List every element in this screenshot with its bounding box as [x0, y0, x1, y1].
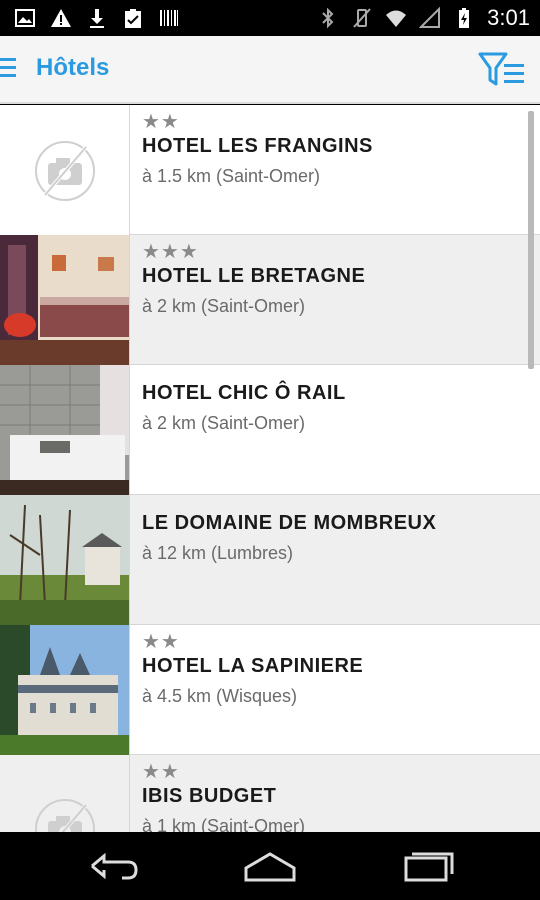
- hotel-distance: à 1 km (Saint-Omer): [142, 816, 306, 832]
- star-rating: ★★: [142, 759, 180, 783]
- hotel-row[interactable]: ★★ HOTEL LES FRANGINS à 1.5 km (Saint-Om…: [0, 105, 540, 235]
- recent-apps-icon[interactable]: [398, 846, 458, 886]
- hotel-row[interactable]: HOTEL CHIC Ô RAIL à 2 km (Saint-Omer): [0, 365, 540, 495]
- status-bar: 3:01: [0, 0, 540, 36]
- navigation-bar: [0, 832, 540, 900]
- barcode-icon: [160, 10, 178, 26]
- signal-icon: [419, 7, 441, 28]
- hotel-row[interactable]: ★★★ HOTEL LE BRETAGNE à 2 km (Saint-Omer…: [0, 235, 540, 365]
- hotel-distance: à 2 km (Saint-Omer): [142, 413, 306, 433]
- hotel-name: HOTEL LA SAPINIERE: [142, 655, 364, 677]
- estate-photo: [0, 495, 130, 625]
- hotel-row[interactable]: LE DOMAINE DE MOMBREUX à 12 km (Lumbres): [0, 495, 540, 625]
- page-title: Hôtels: [36, 54, 110, 81]
- hotel-row[interactable]: ★★ IBIS BUDGET à 1 km (Saint-Omer): [0, 755, 540, 832]
- star-rating: ★★: [142, 629, 180, 653]
- hotel-list[interactable]: ★★ HOTEL LES FRANGINS à 1.5 km (Saint-Om…: [0, 105, 540, 832]
- chateau-photo: [0, 625, 130, 755]
- bluetooth-icon: [322, 7, 334, 29]
- hotel-name: HOTEL LE BRETAGNE: [142, 265, 366, 287]
- hotel-name: LE DOMAINE DE MOMBREUX: [142, 512, 437, 534]
- hotel-name: HOTEL CHIC Ô RAIL: [142, 382, 346, 404]
- warning-icon: [51, 9, 71, 27]
- star-rating: ★★★: [142, 239, 199, 263]
- star-rating: ★★: [142, 109, 180, 133]
- no-photo-icon: [0, 755, 130, 832]
- download-icon: [90, 9, 104, 28]
- vibrate-off-icon: [353, 8, 371, 28]
- battery-icon: [459, 8, 470, 28]
- no-photo-icon: [0, 105, 130, 235]
- hotel-distance: à 1.5 km (Saint-Omer): [142, 166, 321, 186]
- image-icon: [15, 9, 35, 27]
- hotel-distance: à 2 km (Saint-Omer): [142, 296, 306, 316]
- hotel-row[interactable]: ★★ HOTEL LA SAPINIERE à 4.5 km (Wisques): [0, 625, 540, 755]
- clipboard-check-icon: [125, 9, 141, 28]
- hotel-bed-photo: [0, 365, 130, 495]
- hotel-name: IBIS BUDGET: [142, 785, 277, 807]
- list-scrollbar[interactable]: [528, 111, 534, 369]
- hotel-name: HOTEL LES FRANGINS: [142, 135, 373, 157]
- hotel-distance: à 4.5 km (Wisques): [142, 686, 298, 706]
- wifi-icon: [386, 10, 407, 27]
- home-icon[interactable]: [240, 846, 300, 886]
- filter-icon[interactable]: [478, 50, 526, 90]
- app-bar: Hôtels: [0, 36, 540, 104]
- hotel-room-photo: [0, 235, 130, 365]
- hotel-distance: à 12 km (Lumbres): [142, 543, 294, 563]
- menu-icon[interactable]: [0, 58, 18, 80]
- status-time: 3:01: [487, 5, 530, 30]
- back-icon[interactable]: [84, 846, 144, 886]
